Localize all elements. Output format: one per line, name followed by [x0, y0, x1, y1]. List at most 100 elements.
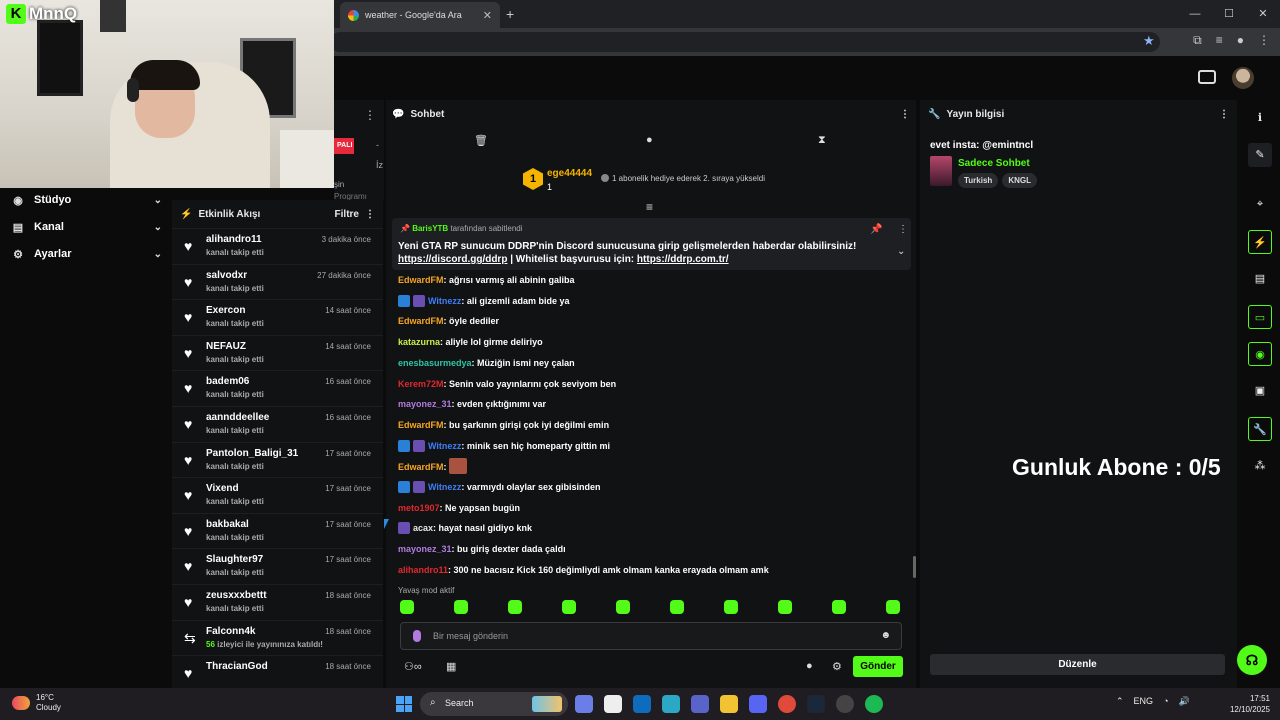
activity-row[interactable]: ♥ badem06 kanalı takip etti 16 saat önce — [172, 370, 383, 406]
send-button[interactable]: Gönder — [853, 656, 903, 677]
activity-username[interactable]: aannddeellee — [206, 412, 269, 423]
chat-username[interactable]: katazurna — [398, 337, 440, 347]
dashboard-switch-icon[interactable] — [1198, 70, 1216, 84]
store-icon[interactable]: ▦ — [446, 660, 456, 673]
emote-icon[interactable] — [508, 600, 522, 614]
edge-icon[interactable] — [662, 695, 680, 713]
chat-username[interactable]: EdwardFM — [398, 462, 444, 472]
activity-row[interactable]: ♥ zeusxxxbettt kanalı takip etti 18 saat ön… — [172, 584, 383, 620]
start-button[interactable] — [396, 696, 412, 712]
activity-row[interactable]: ♥ salvodxr kanalı takip etti 27 dakika önce — [172, 263, 383, 300]
activity-row[interactable]: ♥ NEFAUZ kanalı takip etti 14 saat önce — [172, 334, 383, 371]
activity-row[interactable]: ♥ Pantolon_Baligi_31 kanalı takip etti 17 s… — [172, 441, 383, 478]
emote-icon[interactable] — [400, 600, 414, 614]
bolt-icon[interactable]: ⚡ — [1248, 230, 1272, 254]
activity-username[interactable]: badem06 — [206, 376, 249, 387]
chat-scrollbar[interactable] — [913, 556, 916, 578]
emote-icon[interactable] — [562, 600, 576, 614]
bookmark-star-icon[interactable]: ★ — [1143, 33, 1155, 49]
discord-icon[interactable] — [749, 695, 767, 713]
nav-item-studio[interactable]: ◉ Stüdyo ⌄ — [12, 190, 162, 210]
activity-username[interactable]: zeusxxxbettt — [206, 590, 267, 601]
chat-username[interactable]: EdwardFM — [398, 316, 444, 326]
explorer-icon[interactable] — [720, 695, 738, 713]
gear-icon[interactable]: ⚙ — [832, 660, 842, 673]
chat-bubble-icon[interactable]: ● — [806, 660, 813, 672]
chat-username[interactable]: enesbasurmedya — [398, 358, 472, 368]
pin-icon[interactable]: 📌 — [870, 224, 882, 235]
chevron-up-icon[interactable]: ⌃ — [1116, 696, 1124, 707]
edit-button[interactable]: Düzenle — [930, 654, 1225, 675]
spotify-icon[interactable] — [865, 695, 883, 713]
chat-username[interactable]: EdwardFM — [398, 420, 444, 430]
close-tab-icon[interactable]: ✕ — [483, 9, 492, 22]
outlook-icon[interactable] — [633, 695, 651, 713]
chat-username[interactable]: EdwardFM — [398, 275, 444, 285]
mic-icon[interactable] — [413, 630, 421, 642]
extensions-icon[interactable]: ⧉ — [1193, 33, 1202, 48]
activity-row[interactable]: ♥ aannddeellee kanalı takip etti 16 saat ön… — [172, 406, 383, 442]
user-avatar[interactable] — [1232, 67, 1254, 89]
activity-username[interactable]: Falconn4k — [206, 626, 255, 637]
chat-username[interactable]: Witnezz — [428, 441, 461, 451]
activity-username[interactable]: salvodxr — [206, 270, 247, 281]
new-tab-button[interactable]: + — [506, 6, 514, 22]
chat-username[interactable]: Witnezz — [428, 482, 461, 492]
gifter-name[interactable]: ege44444 — [547, 168, 592, 179]
steam-icon[interactable] — [807, 695, 825, 713]
activity-username[interactable]: Slaughter97 — [206, 554, 263, 565]
close-window-button[interactable]: ✕ — [1246, 0, 1280, 28]
layout-icon[interactable]: ▣ — [1248, 379, 1272, 403]
volume-icon[interactable]: 🔊 — [1179, 696, 1190, 707]
chevron-down-icon[interactable]: ⌄ — [897, 246, 905, 257]
chat-bubble-icon[interactable]: ● — [646, 134, 653, 146]
nav-item-settings[interactable]: ⚙ Ayarlar ⌄ — [12, 244, 162, 264]
chat-username[interactable]: acax — [413, 523, 433, 533]
activity-row[interactable]: ♥ bakbakal kanalı takip etti 17 saat önce — [172, 512, 383, 549]
more-icon[interactable]: ⋮ — [365, 209, 375, 220]
store-icon[interactable] — [604, 695, 622, 713]
emote-icon[interactable] — [670, 600, 684, 614]
document-icon[interactable]: ▤ — [1248, 267, 1272, 291]
profile-icon[interactable]: ● — [1237, 33, 1244, 48]
taskbar-search[interactable]: ⌕ Search — [420, 692, 568, 716]
broadcast-icon[interactable]: ◉ — [1248, 342, 1272, 366]
chat-username[interactable]: mayonez_31 — [398, 399, 452, 409]
panel-menu-icon[interactable]: ⋮ — [364, 108, 376, 122]
chat-username[interactable]: Kerem72M — [398, 379, 444, 389]
emote-icon[interactable] — [616, 600, 630, 614]
address-bar[interactable] — [330, 32, 1160, 52]
more-icon[interactable]: ⋮ — [898, 224, 908, 235]
chat-username[interactable]: alihandro11 — [398, 565, 448, 575]
wifi-icon[interactable]: ◔ — [1163, 696, 1168, 707]
activity-row[interactable]: ♥ Vixend kanalı takip etti 17 saat önce — [172, 477, 383, 513]
activity-username[interactable]: alihandro11 — [206, 234, 262, 245]
teams-icon[interactable] — [691, 695, 709, 713]
activity-row[interactable]: ♥ Slaughter97 kanalı takip etti 17 saat önc… — [172, 548, 383, 584]
media-icon[interactable]: ≡ — [1216, 33, 1223, 48]
chrome-icon[interactable] — [778, 695, 796, 713]
activity-username[interactable]: Pantolon_Baligi_31 — [206, 448, 298, 459]
activity-username[interactable]: Vixend — [206, 483, 239, 494]
browser-tab[interactable]: weather - Google'da Ara ✕ — [340, 2, 500, 28]
activity-row[interactable]: ♥ ThracianGod 18 saat önce — [172, 655, 383, 691]
users-icon[interactable]: ⚇∞ — [404, 660, 422, 673]
chat-username[interactable]: meto1907 — [398, 503, 440, 513]
activity-row[interactable]: ♥ alihandro11 kanalı takip etti 3 dakika ön… — [172, 228, 383, 264]
maximize-button[interactable]: ☐ — [1212, 0, 1246, 28]
emote-icon[interactable] — [778, 600, 792, 614]
hourglass-icon[interactable]: ⧗ — [818, 134, 826, 147]
filter-button[interactable]: Filtre — [335, 209, 359, 220]
emote-icon[interactable] — [832, 600, 846, 614]
wrench-icon[interactable]: 🔧 — [1248, 417, 1272, 441]
emoji-icon[interactable]: ☻ — [880, 630, 891, 641]
activity-username[interactable]: NEFAUZ — [206, 341, 246, 352]
nodes-icon[interactable]: ⁂ — [1248, 454, 1272, 478]
activity-row[interactable]: ⇆ Falconn4k 56 izleyici ile yayınınıza kat… — [172, 619, 383, 656]
chat-username[interactable]: mayonez_31 — [398, 544, 452, 554]
focus-icon[interactable]: ⌖ — [1248, 192, 1272, 216]
menu-icon[interactable]: ⋮ — [1258, 33, 1270, 48]
collapse-icon[interactable]: ≡ — [646, 200, 653, 214]
more-icon[interactable]: ⋮ — [1219, 109, 1229, 120]
weather-widget[interactable]: 16°C Cloudy — [12, 693, 61, 713]
